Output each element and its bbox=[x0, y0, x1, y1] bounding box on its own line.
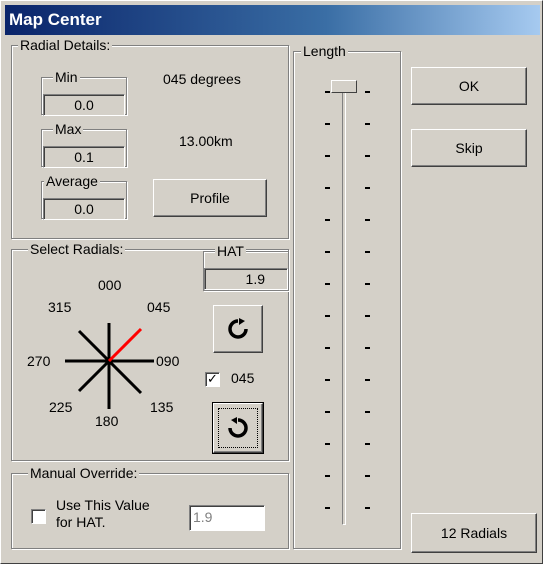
slider-tick bbox=[325, 347, 330, 349]
ok-button[interactable]: OK bbox=[411, 67, 527, 105]
slider-tick bbox=[325, 379, 330, 381]
average-label: Average bbox=[44, 173, 100, 189]
distance-text: 13.00km bbox=[179, 133, 233, 149]
slider-tick bbox=[365, 91, 370, 93]
use-value-label-line1[interactable]: Use This Value bbox=[56, 497, 150, 513]
use-value-checkbox[interactable] bbox=[31, 509, 46, 524]
radial-045-checkbox[interactable]: ✓ bbox=[205, 372, 220, 387]
slider-tick bbox=[325, 219, 330, 221]
compass-225: 225 bbox=[49, 399, 73, 415]
compass-180: 180 bbox=[95, 413, 119, 429]
min-value: 0.0 bbox=[43, 94, 125, 116]
slider-tick bbox=[365, 379, 370, 381]
max-label: Max bbox=[53, 121, 84, 137]
radial-225 bbox=[77, 359, 111, 393]
compass-270: 270 bbox=[27, 353, 51, 369]
slider-tick bbox=[365, 411, 370, 413]
max-value: 0.1 bbox=[43, 146, 125, 168]
slider-tick bbox=[325, 443, 330, 445]
use-value-label-line2[interactable]: for HAT. bbox=[56, 514, 106, 530]
map-center-dialog: Map Center Radial Details: Min 0.0 Max 0… bbox=[0, 0, 543, 564]
slider-tick bbox=[365, 315, 370, 317]
slider-thumb[interactable] bbox=[331, 80, 357, 93]
slider-tick bbox=[325, 251, 330, 253]
slider-tick bbox=[365, 251, 370, 253]
average-value: 0.0 bbox=[43, 198, 125, 220]
slider-track bbox=[342, 83, 346, 525]
radials-button[interactable]: 12 Radials bbox=[411, 513, 537, 553]
hat-override-input[interactable]: 1.9 bbox=[189, 505, 265, 531]
slider-tick bbox=[365, 475, 370, 477]
compass-045: 045 bbox=[147, 299, 171, 315]
select-radials-label: Select Radials: bbox=[28, 241, 126, 257]
radial-045-selected bbox=[107, 327, 143, 363]
hat-value: 1.9 bbox=[204, 268, 288, 290]
compass-315: 315 bbox=[48, 299, 72, 315]
slider-tick bbox=[325, 475, 330, 477]
slider-tick bbox=[365, 507, 370, 509]
hat-label: HAT bbox=[215, 243, 246, 259]
slider-tick bbox=[325, 91, 330, 93]
compass-000: 000 bbox=[98, 277, 122, 293]
slider-tick bbox=[325, 411, 330, 413]
slider-tick bbox=[365, 219, 370, 221]
radial-details-label: Radial Details: bbox=[18, 37, 113, 53]
rotate-counterclockwise-button[interactable] bbox=[212, 402, 264, 454]
slider-tick bbox=[365, 187, 370, 189]
manual-override-label: Manual Override: bbox=[28, 465, 140, 481]
skip-button[interactable]: Skip bbox=[411, 129, 527, 167]
length-label: Length bbox=[301, 43, 348, 59]
profile-button[interactable]: Profile bbox=[153, 179, 267, 217]
slider-tick bbox=[325, 507, 330, 509]
slider-tick bbox=[325, 155, 330, 157]
radial-compass[interactable] bbox=[57, 311, 157, 411]
radial-045-checkbox-label: 045 bbox=[231, 370, 255, 386]
window-title: Map Center bbox=[9, 10, 102, 29]
slider-tick bbox=[325, 187, 330, 189]
slider-tick bbox=[325, 283, 330, 285]
compass-090: 090 bbox=[156, 353, 180, 369]
min-label: Min bbox=[53, 69, 80, 85]
rotate-counterclockwise-icon bbox=[228, 417, 248, 438]
rotate-clockwise-icon bbox=[228, 318, 248, 339]
bearing-text: 045 degrees bbox=[163, 71, 241, 87]
slider-tick bbox=[365, 443, 370, 445]
slider-tick bbox=[365, 155, 370, 157]
rotate-clockwise-button[interactable] bbox=[213, 305, 263, 353]
length-slider[interactable] bbox=[321, 75, 381, 535]
slider-tick bbox=[325, 123, 330, 125]
slider-tick bbox=[325, 315, 330, 317]
slider-tick bbox=[365, 283, 370, 285]
title-bar[interactable]: Map Center bbox=[5, 5, 540, 35]
slider-tick bbox=[365, 123, 370, 125]
slider-tick bbox=[365, 347, 370, 349]
compass-135: 135 bbox=[150, 399, 174, 415]
